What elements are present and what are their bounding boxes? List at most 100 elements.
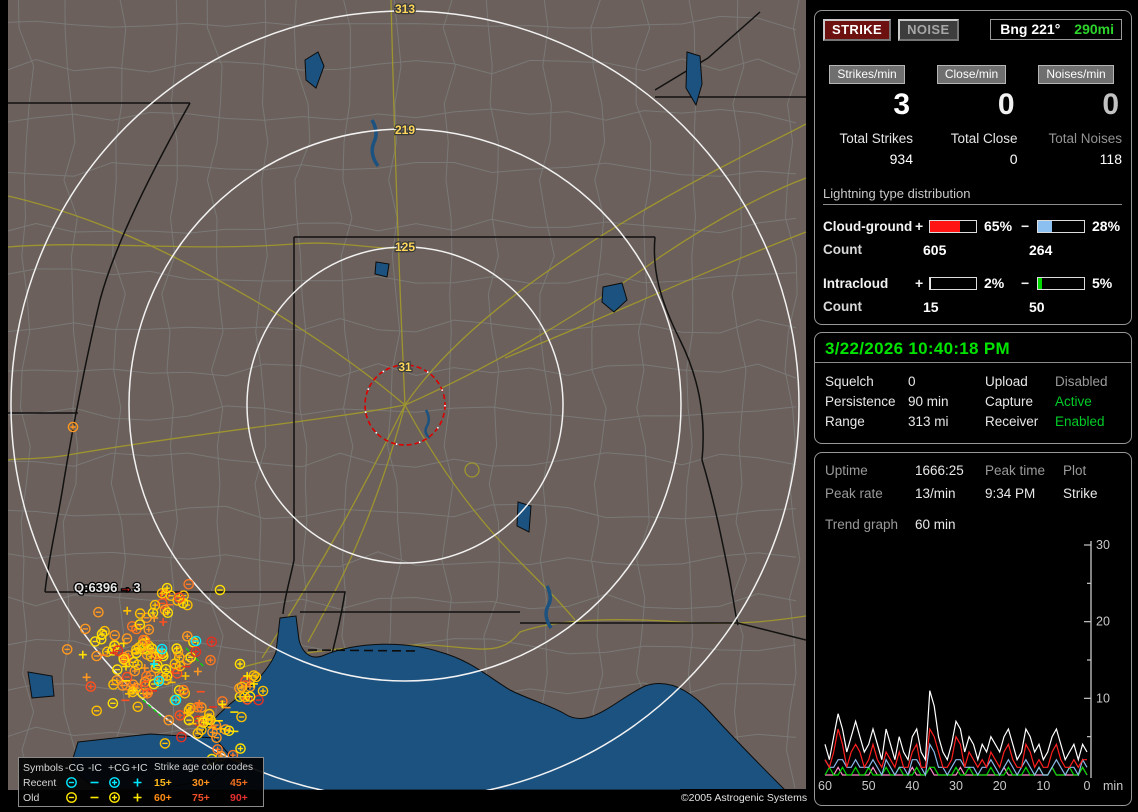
svg-text:40: 40 [905,779,919,793]
cg-positive-bar [929,220,977,233]
svg-text:60: 60 [818,779,832,793]
peak-rate-label: Peak rate [825,484,915,504]
persistence-label: Persistence [825,392,908,412]
total-noises-label: Total Noises [1030,131,1122,146]
range-label: Range [825,412,908,432]
plus-sign: + [915,275,929,291]
trend-graph-row: Trend graph 60 min [823,517,1121,532]
circle-plus-icon [108,776,131,789]
svg-text:30: 30 [1096,538,1110,552]
count-label: Count [823,299,915,315]
upload-status: Disabled [1055,372,1121,392]
legend-old-label: Old [23,792,65,804]
ic-negative-bar [1037,277,1085,290]
cg-negative-bar [1037,220,1085,233]
rate-counters: Strikes/min 3 Total Strikes 934 Close/mi… [821,65,1122,167]
bearing-value: Bng 221° [1000,21,1060,37]
strikes-per-min-chip[interactable]: Strikes/min [829,65,904,84]
trend-chart: 1020306050403020100min [815,453,1131,805]
distribution-title: Lightning type distribution [823,186,1122,205]
close-per-min-chip[interactable]: Close/min [937,65,1006,84]
intracloud-label: Intracloud [823,276,915,291]
plus-icon [131,776,154,789]
status-groupbox: 3/22/2026 10:40:18 PM Squelch 0 Upload D… [814,332,1132,444]
divider [815,362,1131,363]
svg-text:20: 20 [993,779,1007,793]
svg-text:10: 10 [1036,779,1050,793]
total-close-value: 0 [926,151,1018,167]
age-15: 15+ [154,777,192,789]
noises-per-min-value: 0 [1030,88,1122,122]
intracloud-counts: Count 15 50 [823,299,1122,315]
minus-sign: − [1021,275,1037,291]
legend-symbols-title: Symbols [23,762,65,774]
map-canvas[interactable]: 313 219 125 31 Q:6396→3 [8,0,806,790]
noises-counter: Noises/min 0 Total Noises 118 [1030,65,1122,167]
clock-display: 3/22/2026 10:40:18 PM [823,339,1121,359]
ic-positive-bar [929,277,977,290]
range-value: 313 mi [908,412,985,432]
peak-time-label: Peak time [985,461,1063,481]
cg-negative-pct: 28% [1087,218,1131,234]
noises-per-min-chip[interactable]: Noises/min [1038,65,1113,84]
noise-button[interactable]: NOISE [898,19,958,41]
total-noises-value: 118 [1030,151,1122,167]
strike-button[interactable]: STRIKE [823,19,891,41]
age-90: 90+ [230,792,262,804]
ic-negative-pct: 5% [1087,275,1131,291]
ring-label-219: 219 [395,123,415,137]
receiver-label: Receiver [985,412,1055,432]
legend-col-ic-neg: -IC [88,762,108,774]
legend-col-ic-pos: +IC [131,762,154,774]
count-label: Count [823,242,915,258]
lake-smith [375,262,389,277]
strike-map[interactable]: 313 219 125 31 Q:6396→3 Symbols -CG -IC … [8,0,806,790]
age-30: 30+ [192,777,230,789]
lake-martin [517,502,531,532]
ring-label-313: 313 [395,2,415,16]
capture-label: Capture [985,392,1055,412]
total-close-label: Total Close [926,131,1018,146]
ic-positive-pct: 2% [979,275,1021,291]
plot-label: Plot [1063,461,1121,481]
persistence-value: 90 min [908,392,985,412]
plot-value: Strike [1063,484,1121,504]
uptime-label: Uptime [825,461,915,481]
plus-icon [131,791,154,804]
cloud-ground-label: Cloud-ground [823,219,915,234]
capture-status: Active [1055,392,1121,412]
total-strikes-value: 934 [821,151,913,167]
peak-time-value: 9:34 PM [985,484,1063,504]
storm-cell-label: Q:6396→3 [74,580,141,595]
legend-col-cg-neg: -CG [65,762,88,774]
trend-groupbox: Uptime 1666:25 Peak time Plot Peak rate … [814,452,1132,806]
legend-age-title: Strike age color codes [154,762,262,773]
circle-minus-icon [65,776,88,789]
svg-text:min: min [1103,779,1123,793]
nexstorm-window: 313 219 125 31 Q:6396→3 Symbols -CG -IC … [0,0,1138,812]
uptime-value: 1666:25 [915,461,985,481]
cg-positive-pct: 65% [979,218,1021,234]
age-60: 60+ [154,792,192,804]
cloud-ground-counts: Count 605 264 [823,242,1122,258]
age-45: 45+ [230,777,262,789]
receiver-status: Enabled [1055,412,1121,432]
counters-groupbox: STRIKE NOISE Bng 221° 290mi Strikes/min … [814,10,1132,325]
strikes-per-min-value: 3 [821,88,913,122]
symbol-legend: Symbols -CG -IC +CG +IC Strike age color… [18,757,264,807]
ring-label-31: 31 [398,360,412,374]
bearing-readout: Bng 221° 290mi [990,19,1122,40]
ic-negative-count: 50 [1021,299,1122,315]
minus-sign: − [1021,218,1037,234]
lake-maurepas [28,672,54,698]
squelch-value: 0 [908,372,985,392]
svg-text:10: 10 [1096,691,1110,705]
cg-negative-count: 264 [1021,242,1122,258]
legend-col-cg-pos: +CG [108,762,131,774]
trend-graph-label: Trend graph [825,517,915,532]
intracloud-row: Intracloud + 2% − 5% [823,275,1122,291]
peak-rate-value: 13/min [915,484,985,504]
close-counter: Close/min 0 Total Close 0 [926,65,1018,167]
ring-label-125: 125 [395,240,415,254]
close-per-min-value: 0 [926,88,1018,122]
